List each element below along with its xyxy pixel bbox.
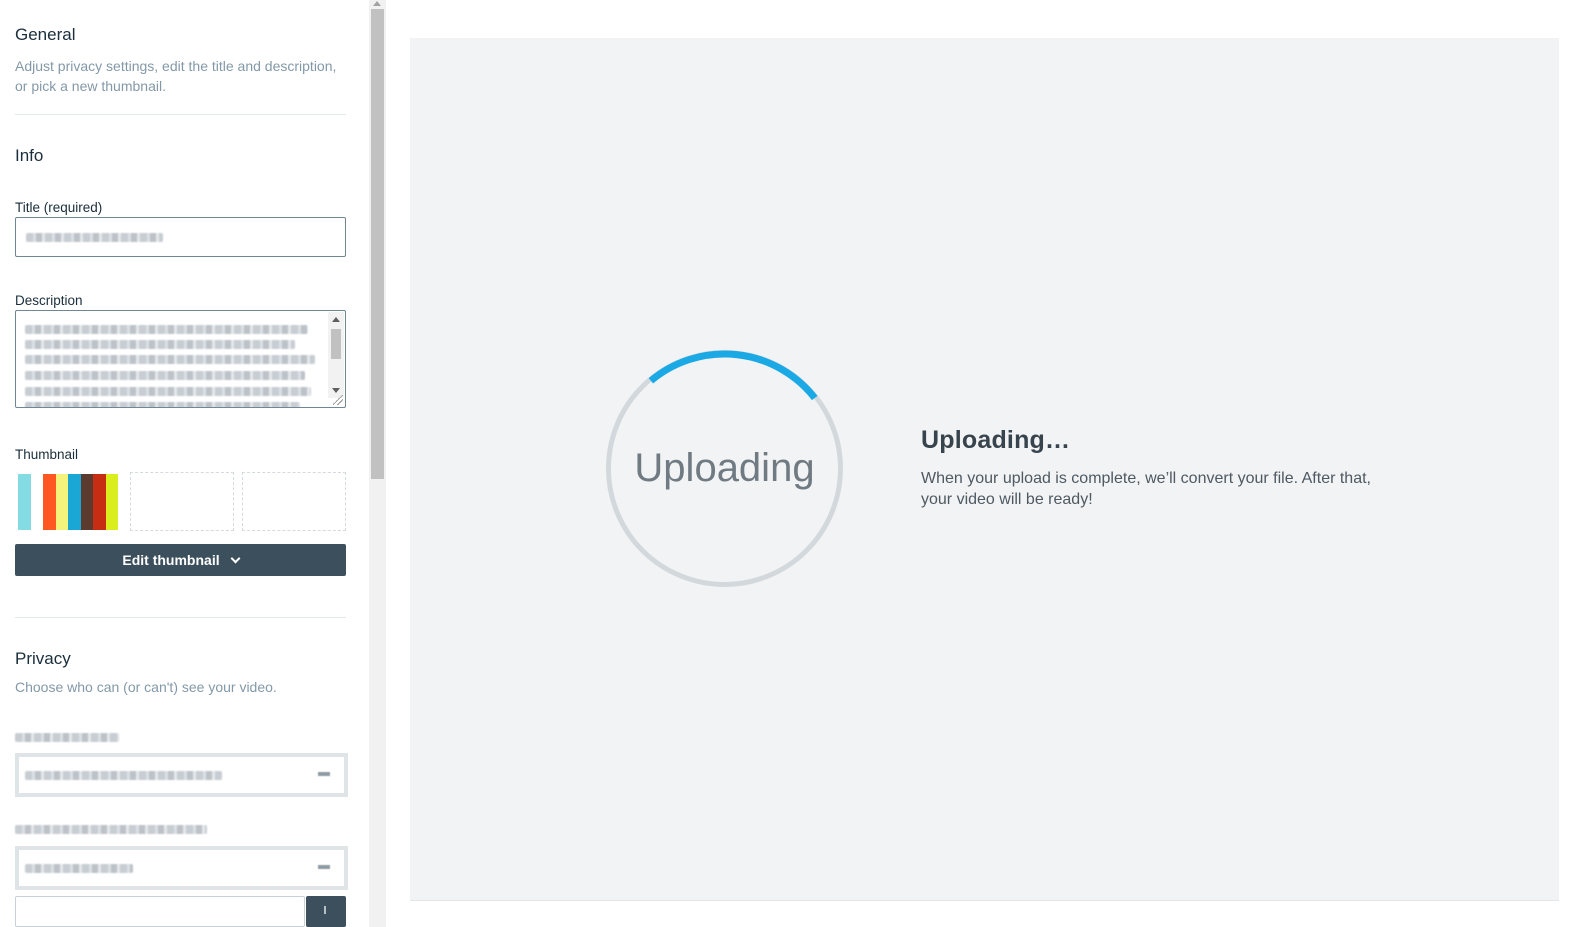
general-heading: General <box>15 25 76 44</box>
domain-input[interactable] <box>15 896 305 927</box>
thumbnail-stripe <box>30 474 43 530</box>
thumbnail-stripe <box>80 474 93 530</box>
redacted-description-line <box>25 387 311 396</box>
redacted-select-value <box>25 771 222 780</box>
redacted-field-label <box>15 733 119 742</box>
thumbnail-stripe <box>68 474 81 530</box>
add-domain-button[interactable] <box>306 896 346 927</box>
thumbnail-selected[interactable] <box>18 474 118 530</box>
upload-status-heading: Uploading… <box>921 426 1071 454</box>
redacted-description-line <box>25 402 300 407</box>
redacted-description-line <box>25 371 305 380</box>
resize-grip-icon[interactable] <box>333 395 343 405</box>
embed-location-select[interactable] <box>15 846 348 890</box>
scroll-thumb[interactable] <box>331 329 341 359</box>
redacted-field-label <box>15 825 207 834</box>
edit-thumbnail-button[interactable]: Edit thumbnail <box>15 544 346 576</box>
scroll-up-arrow-icon[interactable] <box>373 1 381 6</box>
divider <box>410 900 1559 901</box>
page-scrollbar[interactable] <box>369 0 386 927</box>
redacted-description-line <box>25 325 308 334</box>
description-textarea[interactable] <box>15 310 346 408</box>
scroll-thumb[interactable] <box>371 9 384 479</box>
description-scrollbar[interactable] <box>328 312 344 398</box>
who-can-watch-select[interactable] <box>15 753 348 797</box>
chevron-down-icon <box>230 553 241 563</box>
general-description: Adjust privacy settings, edit the title … <box>15 58 337 94</box>
divider <box>15 114 346 115</box>
spinner-label: Uploading <box>634 446 815 490</box>
thumbnail-placeholder[interactable] <box>242 472 346 531</box>
privacy-heading: Privacy <box>15 649 71 668</box>
thumbnail-stripe <box>43 474 56 530</box>
privacy-description: Choose who can (or can't) see your video… <box>15 679 277 695</box>
description-label: Description <box>15 293 83 308</box>
thumbnail-stripe <box>18 474 31 530</box>
title-label: Title (required) <box>15 200 103 215</box>
info-heading: Info <box>15 146 44 165</box>
redacted-description-line <box>25 340 295 349</box>
thumbnail-stripe <box>105 474 118 530</box>
redacted-description-line <box>25 355 315 364</box>
edit-thumbnail-label: Edit thumbnail <box>122 552 220 568</box>
upload-status-message: When your upload is complete, we’ll conv… <box>921 470 1371 508</box>
divider <box>15 617 346 618</box>
thumbnail-stripe <box>55 474 68 530</box>
select-arrow-icon <box>318 865 330 869</box>
thumbnail-placeholder[interactable] <box>130 472 234 531</box>
scroll-up-arrow-icon[interactable] <box>332 317 340 322</box>
thumbnail-label: Thumbnail <box>15 447 79 462</box>
settings-panel: General Adjust privacy settings, edit th… <box>0 0 369 927</box>
select-arrow-icon <box>318 772 330 776</box>
title-input[interactable] <box>15 217 346 257</box>
redacted-select-value <box>25 864 133 873</box>
redacted-title-text <box>26 233 163 242</box>
scroll-down-arrow-icon[interactable] <box>332 388 340 393</box>
thumbnail-stripe <box>93 474 106 530</box>
